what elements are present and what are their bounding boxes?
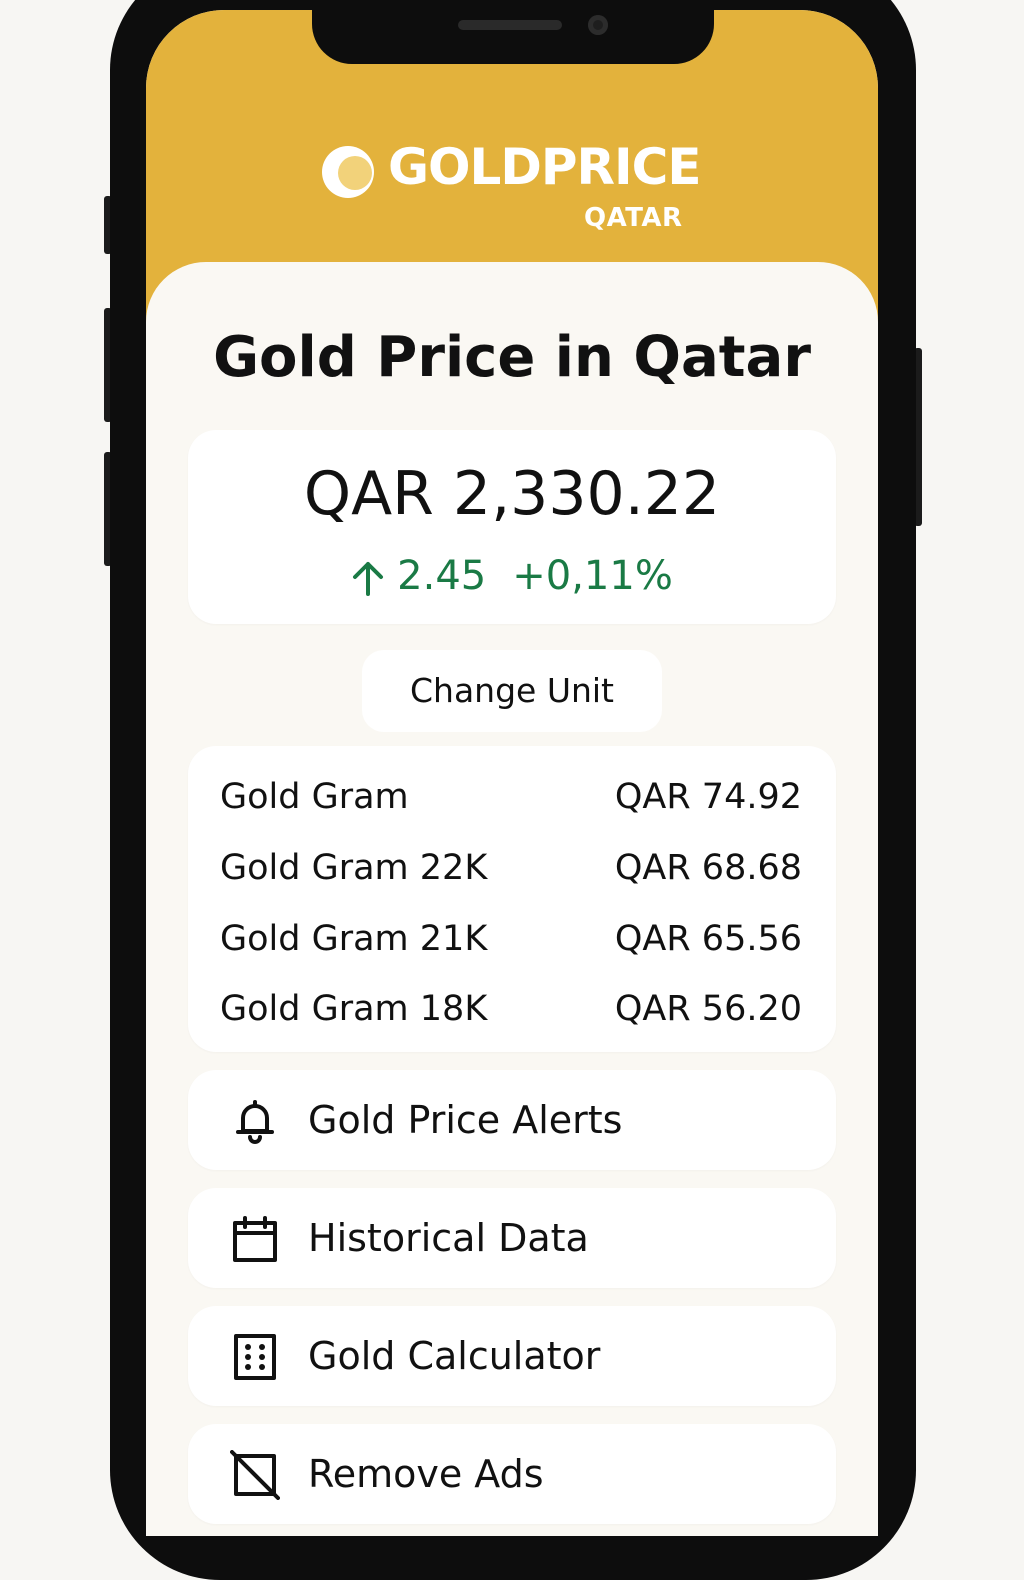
rate-row[interactable]: Gold Gram 22K QAR 68.68 [188, 843, 836, 893]
rate-value: QAR 68.68 [614, 848, 802, 888]
menu-item-label: Historical Data [308, 1216, 589, 1260]
menu-item-label: Gold Price Alerts [308, 1098, 623, 1142]
price-change: 2.45 +0,11% [188, 556, 836, 596]
rate-label: Gold Gram 18K [220, 989, 488, 1029]
phone-notch [312, 10, 714, 64]
main-content: Gold Price in Qatar QAR 2,330.22 2.45 +0,… [146, 262, 878, 1536]
calculator-icon [234, 1334, 276, 1380]
rate-value: QAR 65.56 [614, 919, 802, 959]
brand-region: QATAR [584, 203, 683, 233]
app-screen: GOLDPRICE QATAR Gold Price in Qatar QAR … [146, 10, 878, 1536]
menu-item-label: Gold Calculator [308, 1334, 601, 1378]
speaker-grille [458, 20, 562, 30]
change-amount: 2.45 [397, 553, 487, 599]
rate-label: Gold Gram 21K [220, 919, 488, 959]
current-price: QAR 2,330.22 [188, 464, 836, 524]
price-value: 2,330.22 [452, 459, 721, 529]
rate-row[interactable]: Gold Gram QAR 74.92 [188, 772, 836, 822]
front-camera [588, 15, 608, 35]
menu-item-price-alerts[interactable]: Gold Price Alerts [188, 1070, 836, 1170]
price-card: QAR 2,330.22 2.45 +0,11% [188, 430, 836, 624]
page-title: Gold Price in Qatar [213, 325, 811, 390]
change-percent: +0,11% [512, 553, 673, 599]
menu-item-remove-ads[interactable]: Remove Ads [188, 1424, 836, 1524]
brand-name: GOLDPRICE [388, 138, 702, 196]
bell-icon [236, 1100, 274, 1144]
rate-row[interactable]: Gold Gram 21K QAR 65.56 [188, 914, 836, 964]
menu-item-label: Remove Ads [308, 1452, 544, 1496]
rate-value: QAR 56.20 [614, 989, 802, 1029]
calendar-icon [233, 1216, 277, 1262]
change-unit-button[interactable]: Change Unit [362, 650, 662, 732]
price-currency: QAR [303, 459, 434, 529]
rates-list: Gold Gram QAR 74.92 Gold Gram 22K QAR 68… [188, 746, 836, 1052]
rate-label: Gold Gram 22K [220, 848, 488, 888]
menu-item-gold-calculator[interactable]: Gold Calculator [188, 1306, 836, 1406]
rate-label: Gold Gram [220, 777, 409, 817]
rate-value: QAR 74.92 [614, 777, 802, 817]
rate-row[interactable]: Gold Gram 18K QAR 56.20 [188, 984, 836, 1034]
no-ads-icon [230, 1450, 280, 1500]
menu-item-historical-data[interactable]: Historical Data [188, 1188, 836, 1288]
arrow-up-icon [353, 562, 384, 596]
gold-coin-logo-icon [322, 146, 374, 198]
